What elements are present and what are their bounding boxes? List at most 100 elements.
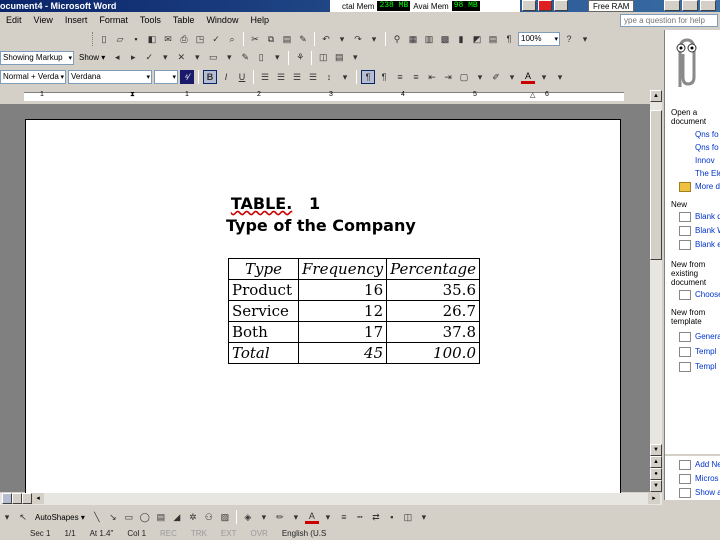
status-ovr[interactable]: OVR	[250, 528, 267, 540]
show-at-startup-checkbox[interactable]	[679, 488, 691, 498]
increase-indent-icon[interactable]: ⇥	[441, 70, 455, 84]
font-color-dropdown-icon[interactable]: ▾	[537, 70, 551, 84]
line-color-icon[interactable]: ✏	[273, 510, 287, 524]
print-preview-icon[interactable]: ◳	[193, 32, 207, 46]
numbering-icon[interactable]: ≡	[393, 70, 407, 84]
document-page[interactable]: TABLE. 1 Type of the Company Type Freque…	[25, 119, 621, 499]
oval-icon[interactable]: ◯	[138, 510, 152, 524]
show-menu-button[interactable]: Show ▾	[76, 53, 108, 62]
track-changes-icon[interactable]: ✎	[238, 51, 252, 65]
arrow-style-icon[interactable]: ⇄	[369, 510, 383, 524]
status-ext[interactable]: EXT	[221, 528, 237, 540]
add-network-place-link[interactable]: Add Ne	[695, 460, 720, 469]
web-layout-icon[interactable]	[12, 493, 22, 504]
thesaurus-icon[interactable]: ◫	[316, 51, 330, 65]
menu-edit[interactable]: Edit	[0, 13, 28, 28]
print-icon[interactable]: ⎙	[177, 32, 191, 46]
menu-help[interactable]: Help	[244, 13, 275, 28]
accept-change-icon[interactable]: ✓	[142, 51, 156, 65]
line-style-icon[interactable]: ≡	[337, 510, 351, 524]
rectangle-icon[interactable]: ▭	[122, 510, 136, 524]
insert-excel-icon[interactable]: ▩	[438, 32, 452, 46]
monitor-button[interactable]	[554, 0, 568, 11]
help-question-input[interactable]	[620, 14, 718, 27]
line-color-dropdown-icon[interactable]: ▾	[289, 510, 303, 524]
display-for-review-combo[interactable]: Showing Markup ▾	[0, 50, 74, 65]
3d-style-icon[interactable]: ◫	[401, 510, 415, 524]
next-page-icon[interactable]: ▼	[650, 480, 662, 492]
save-icon[interactable]: ▪	[129, 32, 143, 46]
border-dropdown-icon[interactable]: ▾	[473, 70, 487, 84]
toolbar-options-icon[interactable]: ▾	[553, 70, 567, 84]
highlight-icon[interactable]: ✐	[489, 70, 503, 84]
toolbar-options-icon[interactable]: ▾	[348, 51, 362, 65]
copy-icon[interactable]: ⧉	[264, 32, 278, 46]
horizontal-ruler[interactable]: 1 ⧗ 1 2 3 4 5 6 △	[0, 90, 662, 102]
right-indent-marker[interactable]: △	[530, 91, 535, 99]
columns-icon[interactable]: ▮	[454, 32, 468, 46]
reviewing-pane-icon[interactable]: ▯	[254, 51, 268, 65]
toolbar-grip[interactable]	[92, 32, 95, 46]
scroll-down-icon[interactable]: ▼	[650, 444, 662, 456]
scroll-thumb[interactable]	[650, 110, 662, 260]
scroll-right-icon[interactable]: ▸	[648, 493, 660, 504]
menu-view[interactable]: View	[28, 13, 59, 28]
spelling-icon[interactable]: ✓	[209, 32, 223, 46]
monitor-button[interactable]	[522, 0, 536, 11]
picture-icon[interactable]: ▨	[218, 510, 232, 524]
show-hide-icon[interactable]: ¶	[502, 32, 516, 46]
decrease-indent-icon[interactable]: ⇤	[425, 70, 439, 84]
show-at-startup-link[interactable]: Show a	[695, 488, 720, 497]
general-templates-link[interactable]: Genera	[695, 332, 720, 341]
justify-icon[interactable]: ☰	[306, 70, 320, 84]
fill-dropdown-icon[interactable]: ▾	[257, 510, 271, 524]
fill-color-icon[interactable]: ◈	[241, 510, 255, 524]
dash-style-icon[interactable]: ┅	[353, 510, 367, 524]
redo-dropdown-icon[interactable]: ▾	[367, 32, 381, 46]
browse-object-icon[interactable]: ●	[650, 468, 662, 480]
drawing-icon[interactable]: ◩	[470, 32, 484, 46]
blank-email-link[interactable]: Blank e	[695, 240, 720, 249]
recent-file-link[interactable]: The Ele	[695, 169, 720, 178]
templates-website-link[interactable]: Templ	[695, 347, 716, 356]
comment-dropdown-icon[interactable]: ▾	[222, 51, 236, 65]
font-color-button[interactable]: A	[521, 70, 535, 84]
highlight-dropdown-icon[interactable]: ▾	[505, 70, 519, 84]
close-window-button[interactable]	[700, 0, 716, 11]
redo-icon[interactable]: ↷	[351, 32, 365, 46]
horizontal-scrollbar[interactable]: ◂ ▸	[0, 493, 662, 505]
minimize-button[interactable]	[664, 0, 680, 11]
styles-formatting-icon[interactable]: ⁴⁄	[180, 70, 194, 84]
style-combo[interactable]: Normal + Verda ▾	[0, 70, 66, 84]
undo-dropdown-icon[interactable]: ▾	[335, 32, 349, 46]
insert-comment-icon[interactable]: ▭	[206, 51, 220, 65]
templates-online-link[interactable]: Templ	[695, 362, 716, 371]
more-documents-link[interactable]: More d	[695, 182, 720, 191]
next-change-icon[interactable]: ▸	[126, 51, 140, 65]
vertical-scrollbar[interactable]: ▲ ▼ ▲ ● ▼	[650, 90, 662, 492]
cut-icon[interactable]: ✂	[248, 32, 262, 46]
scroll-up-icon[interactable]: ▲	[650, 90, 662, 102]
clip-art-icon[interactable]: ⚇	[202, 510, 216, 524]
underline-button[interactable]: U	[235, 70, 249, 84]
maximize-button[interactable]	[682, 0, 698, 11]
diagram-icon[interactable]: ✲	[186, 510, 200, 524]
insert-table-icon[interactable]: ▥	[422, 32, 436, 46]
reject-change-icon[interactable]: ✕	[174, 51, 188, 65]
free-ram-button[interactable]: Free RAM	[588, 0, 635, 12]
translate-icon[interactable]: ▤	[332, 51, 346, 65]
line-spacing-icon[interactable]: ↕	[322, 70, 336, 84]
shadow-style-icon[interactable]: ▪	[385, 510, 399, 524]
document-map-icon[interactable]: ▤	[486, 32, 500, 46]
menu-table[interactable]: Table	[167, 13, 201, 28]
autoshapes-button[interactable]: AutoShapes ▾	[32, 513, 88, 522]
status-trk[interactable]: TRK	[191, 528, 207, 540]
undo-icon[interactable]: ↶	[319, 32, 333, 46]
left-to-right-icon[interactable]: ¶	[361, 70, 375, 84]
align-left-icon[interactable]: ☰	[258, 70, 272, 84]
recent-file-link[interactable]: Qns fo	[695, 143, 719, 152]
permission-icon[interactable]: ◧	[145, 32, 159, 46]
open-folder-icon[interactable]: ▱	[113, 32, 127, 46]
hyperlink-icon[interactable]: ⚲	[390, 32, 404, 46]
line-spacing-dropdown-icon[interactable]: ▾	[338, 70, 352, 84]
